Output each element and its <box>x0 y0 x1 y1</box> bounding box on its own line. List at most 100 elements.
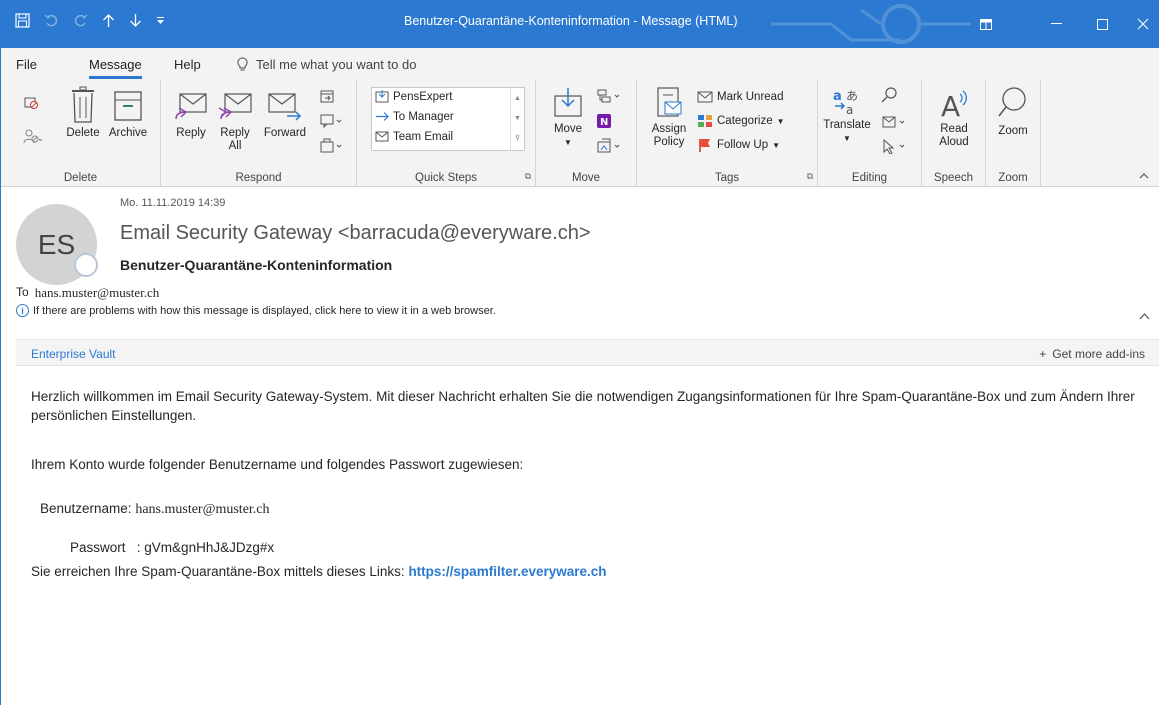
translate-button[interactable]: aあa Translate ▼ <box>820 86 874 145</box>
enterprise-vault-addin[interactable]: Enterprise Vault <box>31 347 116 361</box>
next-item-icon[interactable] <box>129 13 142 28</box>
quick-steps-scroll[interactable]: ▲ ▼ ⊽ <box>510 88 524 150</box>
close-button[interactable] <box>1125 0 1159 48</box>
window-title: Benutzer-Quarantäne-Konteninformation - … <box>404 14 738 28</box>
reply-button[interactable]: Reply <box>171 86 211 140</box>
read-aloud-button[interactable]: A Read Aloud <box>926 86 982 149</box>
expand-gallery-icon[interactable]: ⊽ <box>515 128 520 148</box>
onenote-icon[interactable]: N <box>596 113 612 134</box>
magnifier-icon <box>998 87 1026 117</box>
reply-all-label-line1: Reply <box>220 127 250 139</box>
redo-icon[interactable] <box>73 13 88 28</box>
save-icon[interactable] <box>15 12 30 28</box>
ribbon-tabs: File Message Help Tell me what you want … <box>1 48 1159 80</box>
delete-button[interactable]: Delete <box>64 86 102 140</box>
forward-label: Forward <box>263 127 307 139</box>
info-icon: i <box>16 304 29 317</box>
zoom-button[interactable]: Zoom <box>990 86 1036 138</box>
actions-icon[interactable] <box>596 138 622 159</box>
scroll-up-icon[interactable]: ▲ <box>514 88 521 108</box>
welcome-paragraph: Herzlich willkommen im Email Security Ga… <box>31 389 1135 423</box>
svg-text:a: a <box>833 89 842 104</box>
svg-text:あ: あ <box>846 89 858 103</box>
sent-date: Mo. 11.11.2019 14:39 <box>120 197 226 209</box>
reply-icon <box>175 93 207 120</box>
archive-label: Archive <box>108 127 148 139</box>
reply-all-button[interactable]: Reply All <box>214 86 256 153</box>
trash-icon <box>72 86 94 123</box>
related-icon[interactable] <box>881 114 907 135</box>
delete-label: Delete <box>66 127 100 139</box>
move-group-label: Move <box>571 172 601 184</box>
message-header: Mo. 11.11.2019 14:39 ES Email Security G… <box>1 187 1159 339</box>
tab-message[interactable]: Message <box>89 57 142 79</box>
sender[interactable]: Email Security Gateway <barracuda@everyw… <box>120 222 591 245</box>
title-bar: Benutzer-Quarantäne-Konteninformation - … <box>1 0 1159 48</box>
ignore-icon[interactable] <box>23 94 39 115</box>
move-group: Move ▼ N Move <box>536 80 637 187</box>
ribbon-display-options-icon[interactable] <box>963 0 1009 48</box>
avatar-initials: ES <box>37 228 76 260</box>
move-to-folder-icon <box>375 90 389 103</box>
respond-group-label: Respond <box>235 172 282 184</box>
maximize-button[interactable] <box>1079 0 1125 48</box>
assign-policy-button[interactable]: Assign Policy <box>647 86 691 149</box>
archive-button[interactable]: Archive <box>104 86 152 140</box>
collapse-header-icon[interactable] <box>1139 309 1150 323</box>
spamfilter-link[interactable]: https://spamfilter.everyware.ch <box>408 564 606 579</box>
to-label: To <box>16 285 29 299</box>
info-text: If there are problems with how this mess… <box>33 304 496 317</box>
quick-step-label: Team Email <box>393 130 454 143</box>
follow-up-button[interactable]: Follow Up ▼ <box>697 138 780 152</box>
username-value: hans.muster@muster.ch <box>135 502 270 517</box>
plus-icon: + <box>1039 347 1047 361</box>
username-label: Benutzername: <box>40 501 136 516</box>
assign-policy-icon <box>657 87 682 117</box>
tab-help[interactable]: Help <box>174 57 201 72</box>
move-dropdown-icon: ▼ <box>564 138 572 147</box>
svg-text:N: N <box>600 117 608 128</box>
password-value: gVm&gnHhJ&JDzg#x <box>144 540 275 555</box>
meeting-reply-icon[interactable] <box>319 88 335 109</box>
rules-icon[interactable] <box>596 88 622 109</box>
delete-group-label: Delete <box>63 172 98 184</box>
customize-qat-icon[interactable] <box>156 16 165 25</box>
scroll-down-icon[interactable]: ▼ <box>514 108 521 128</box>
quick-steps-gallery: PensExpert To Manager Team Email ▲ ▼ ⊽ <box>371 87 525 151</box>
instant-message-icon[interactable] <box>319 113 343 134</box>
username-line: Benutzername: hans.muster@muster.ch <box>40 499 274 519</box>
to-recipient[interactable]: hans.muster@muster.ch <box>35 285 160 301</box>
find-icon[interactable] <box>881 86 899 109</box>
title-decoration-icon <box>771 4 971 44</box>
dialog-launcher-icon[interactable]: ⧉ <box>525 171 531 182</box>
get-more-addins-button[interactable]: + Get more add-ins <box>1039 347 1145 361</box>
collapse-ribbon-icon[interactable] <box>1139 171 1149 182</box>
info-bar[interactable]: i If there are problems with how this me… <box>16 304 496 317</box>
tell-me-box[interactable]: Tell me what you want to do <box>237 57 416 72</box>
tab-file[interactable]: File <box>16 57 37 72</box>
categorize-dropdown-icon: ▼ <box>776 116 785 126</box>
reply-label: Reply <box>176 127 206 139</box>
junk-icon[interactable] <box>23 128 43 149</box>
categorize-button[interactable]: Categorize ▼ <box>697 114 785 128</box>
follow-up-dropdown-icon: ▼ <box>772 140 781 150</box>
get-more-addins-label: Get more add-ins <box>1052 347 1145 361</box>
delete-group: Delete Archive Delete <box>1 80 161 187</box>
quick-step-pensexpert[interactable]: PensExpert <box>375 90 452 103</box>
dialog-launcher-icon[interactable]: ⧉ <box>807 171 813 182</box>
tags-group-label: Tags <box>714 172 740 184</box>
more-respond-icon[interactable] <box>319 138 343 159</box>
mark-unread-button[interactable]: Mark Unread <box>697 90 783 104</box>
archive-icon <box>114 91 142 121</box>
previous-item-icon[interactable] <box>102 13 115 28</box>
forward-icon <box>268 93 302 121</box>
select-icon[interactable] <box>881 138 907 159</box>
undo-icon[interactable] <box>44 13 59 28</box>
reply-all-icon <box>218 93 252 120</box>
move-button[interactable]: Move ▼ <box>548 86 588 149</box>
minimize-button[interactable] <box>1033 0 1079 48</box>
quick-step-team-email[interactable]: Team Email <box>375 130 453 143</box>
quick-step-to-manager[interactable]: To Manager <box>375 110 454 123</box>
link-intro: Sie erreichen Ihre Spam-Quarantäne-Box m… <box>31 564 409 579</box>
forward-button[interactable]: Forward <box>259 86 311 140</box>
